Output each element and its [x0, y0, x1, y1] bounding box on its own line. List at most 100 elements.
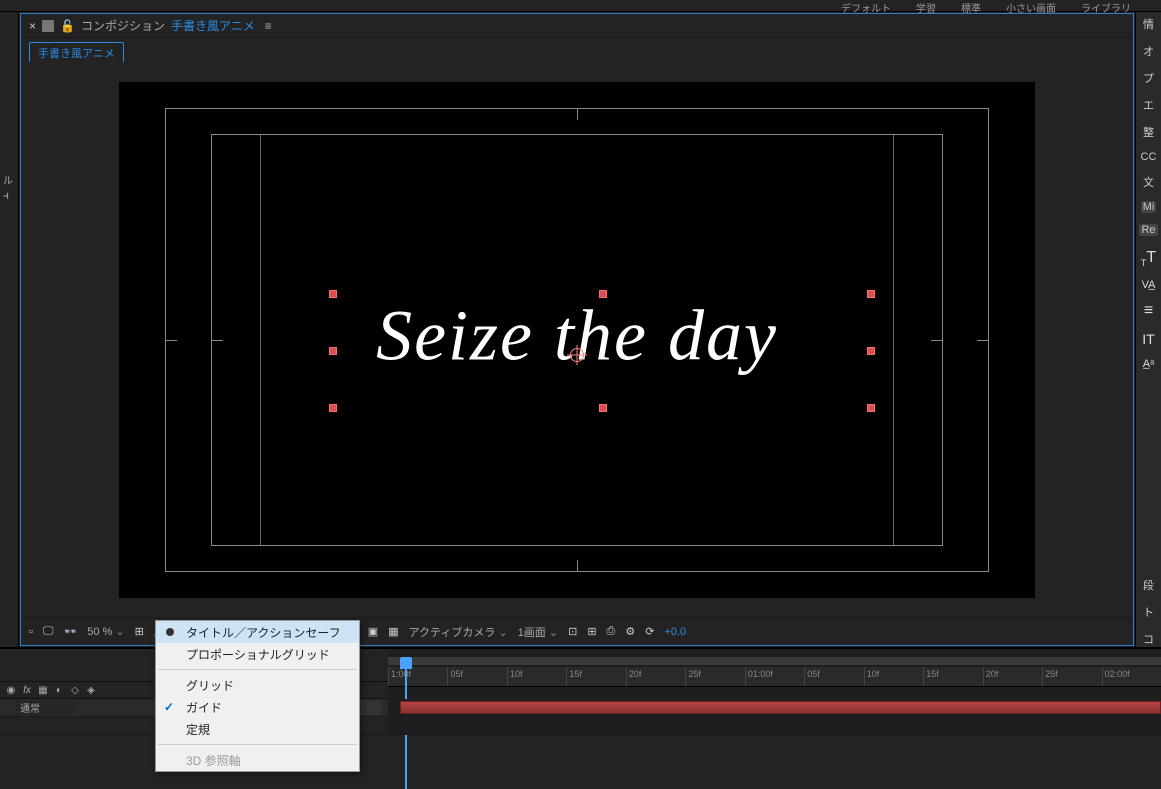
app-toolbar: デフォルト 学習 標準 小さい画面 ライブラリ: [0, 0, 1161, 12]
panel-tab-align[interactable]: 整: [1143, 124, 1154, 140]
view1-icon[interactable]: ⊡: [568, 625, 577, 638]
panel-tab-re[interactable]: Re: [1139, 224, 1157, 236]
composition-canvas[interactable]: Seize the day: [119, 82, 1035, 598]
checkmark-icon: ✓: [164, 700, 174, 714]
align-icon[interactable]: ⫞: [3, 188, 15, 200]
close-tab-icon[interactable]: ×: [29, 19, 36, 33]
ws-learn[interactable]: 学習: [916, 0, 936, 12]
always-preview-icon[interactable]: ▫: [29, 626, 33, 638]
flow-tab[interactable]: 手書き風アニメ: [29, 42, 124, 64]
transparency-icon[interactable]: ▦: [388, 625, 398, 638]
selection-handle[interactable]: [867, 347, 875, 355]
menu-label: 定規: [186, 721, 210, 738]
selection-handle[interactable]: [867, 290, 875, 298]
comp-name[interactable]: 手書き風アニメ: [171, 17, 255, 34]
ruler-tick: 20f: [986, 669, 999, 679]
lock-icon[interactable]: 🔓: [60, 19, 75, 33]
comp-thumb-icon: [42, 20, 54, 32]
ruler-tick: 15f: [926, 669, 939, 679]
comp-flowchart-bar: 手書き風アニメ: [21, 38, 1133, 62]
mask-icon[interactable]: 👓: [64, 625, 78, 638]
type-size-icon[interactable]: TT: [1141, 249, 1156, 268]
panel-tab-paragraph[interactable]: 段: [1143, 577, 1154, 593]
panel-tab-mi[interactable]: Mi: [1141, 201, 1157, 213]
workspace-switcher[interactable]: デフォルト 学習 標準 小さい画面 ライブラリ: [841, 0, 1161, 12]
ws-standard[interactable]: 標準: [961, 0, 981, 12]
ruler-tick: 25f: [688, 669, 701, 679]
panel-tab-content[interactable]: コ: [1143, 631, 1154, 647]
selection-handle[interactable]: [599, 290, 607, 298]
right-panel-stack: 情 オ プ エ 整 CC 文 Mi Re TT VA̲ ≡ IT A̲ᵃ 段 ト…: [1135, 12, 1161, 647]
resolution-grid-icon[interactable]: ⊞: [135, 625, 144, 638]
selection-handle[interactable]: [867, 404, 875, 412]
menu-proportional-grid[interactable]: プロポーショナルグリッド: [156, 643, 359, 665]
panel-tab-tracker[interactable]: ト: [1143, 604, 1154, 620]
camera-dropdown[interactable]: アクティブカメラ: [409, 624, 508, 640]
panel-tab-audio[interactable]: オ: [1143, 43, 1154, 59]
panel-tab-info[interactable]: 情: [1143, 16, 1154, 32]
layer-track[interactable]: [388, 699, 1161, 717]
panel-menu-icon[interactable]: ≡: [265, 19, 272, 33]
fx-header-icon[interactable]: fx: [20, 685, 34, 696]
panel-tab-cc[interactable]: CC: [1141, 151, 1157, 163]
work-area-bar[interactable]: [388, 657, 1161, 665]
solo-icon[interactable]: ▦: [36, 685, 50, 696]
comp-label: コンポジション: [81, 17, 165, 34]
av-icon[interactable]: ◉: [4, 685, 18, 696]
menu-rulers[interactable]: 定規: [156, 718, 359, 740]
menu-label: タイトル／アクションセーフ: [186, 624, 341, 641]
ruler-tick: 25f: [1045, 669, 1058, 679]
menu-3d-reference: 3D 参照軸: [156, 749, 359, 771]
selection-handle[interactable]: [329, 290, 337, 298]
anchor-point-icon[interactable]: [570, 348, 584, 362]
ruler-tick: 10f: [867, 669, 880, 679]
views-dropdown[interactable]: 1画面: [518, 624, 558, 640]
ws-default[interactable]: デフォルト: [841, 0, 891, 12]
menu-label: グリッド: [186, 677, 234, 694]
paragraph-icon[interactable]: ≡: [1144, 302, 1153, 320]
ruler-tick: 10f: [510, 669, 523, 679]
composition-panel: × 🔓 コンポジション 手書き風アニメ ≡ 手書き風アニメ Seize the …: [20, 13, 1134, 646]
viewer[interactable]: Seize the day: [21, 62, 1133, 617]
shy-icon[interactable]: ◇: [68, 685, 82, 696]
time-ruler[interactable]: 1:00f 05f 10f 15f 20f 25f 01:00f 05f 10f…: [388, 667, 1161, 687]
ws-library[interactable]: ライブラリ: [1081, 0, 1131, 12]
menu-guides[interactable]: ✓ ガイド: [156, 696, 359, 718]
menu-separator: [158, 669, 357, 670]
menu-separator: [158, 744, 357, 745]
menu-grid[interactable]: グリッド: [156, 674, 359, 696]
playhead[interactable]: [400, 657, 412, 687]
device-icon[interactable]: 🖵: [43, 625, 54, 638]
ruler-tick: 15f: [569, 669, 582, 679]
blend-mode-dropdown[interactable]: 通常: [16, 700, 76, 715]
panel-tab-character[interactable]: 文: [1143, 174, 1154, 190]
ruler-tick: 02:00f: [1105, 669, 1130, 679]
baseline-icon[interactable]: A̲ᵃ: [1143, 358, 1154, 370]
grid-guides-menu[interactable]: タイトル／アクションセーフ プロポーショナルグリッド グリッド ✓ ガイド 定規…: [155, 620, 360, 772]
zoom-dropdown[interactable]: 50 %: [87, 625, 124, 638]
view3-icon[interactable]: ⎙: [607, 625, 616, 638]
panel-tab-preview[interactable]: プ: [1143, 70, 1154, 86]
roi-icon[interactable]: ▣: [368, 625, 378, 638]
ruler-tick: 05f: [450, 669, 463, 679]
view4-icon[interactable]: ⚙: [625, 625, 635, 638]
ruler-tick: 20f: [629, 669, 642, 679]
view2-icon[interactable]: ⊞: [587, 625, 596, 638]
vertical-type-icon[interactable]: IT: [1142, 331, 1154, 347]
panel-icon[interactable]: ル: [3, 172, 15, 184]
timeline-ruler-area[interactable]: 1:00f 05f 10f 15f 20f 25f 01:00f 05f 10f…: [388, 649, 1161, 699]
layer-duration-bar[interactable]: [400, 701, 1161, 714]
kerning-icon[interactable]: VA̲: [1142, 279, 1156, 291]
lock-icon[interactable]: ◐: [52, 685, 66, 696]
exposure-reset-icon[interactable]: ⟳: [645, 625, 654, 638]
selection-handle[interactable]: [329, 404, 337, 412]
ws-small[interactable]: 小さい画面: [1006, 0, 1056, 12]
selection-handle[interactable]: [599, 404, 607, 412]
menu-title-action-safe[interactable]: タイトル／アクションセーフ: [156, 621, 359, 643]
selection-handle[interactable]: [329, 347, 337, 355]
panel-tab-effects[interactable]: エ: [1143, 97, 1154, 113]
menu-label: ガイド: [186, 699, 222, 716]
exposure-value[interactable]: +0.0: [664, 626, 686, 638]
3d-icon[interactable]: ◈: [84, 685, 98, 696]
layer-track-empty: [388, 717, 1161, 735]
